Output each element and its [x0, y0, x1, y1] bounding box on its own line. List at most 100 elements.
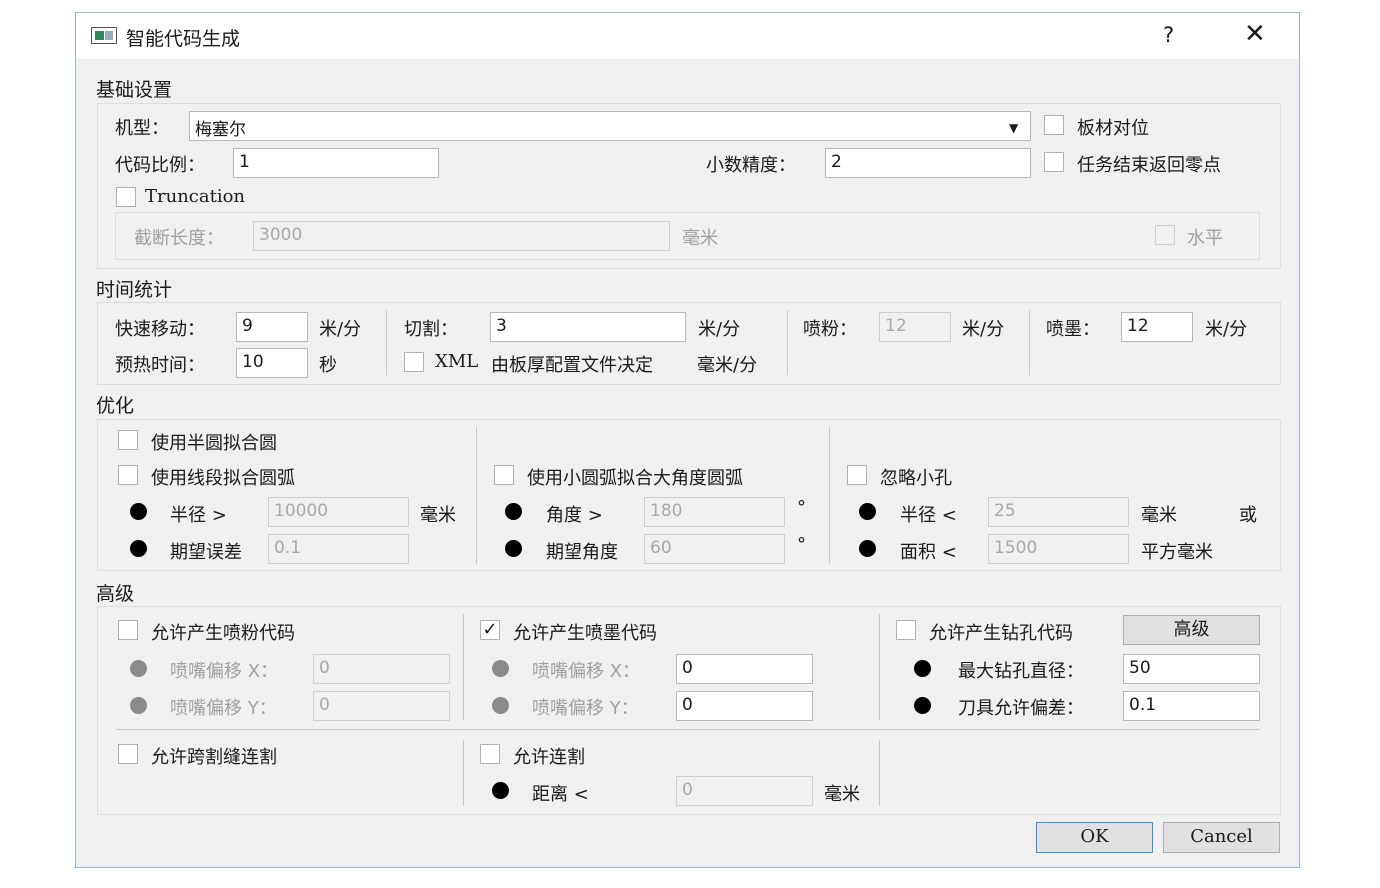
drill-code-label: 允许产生钻孔代码 — [929, 623, 1073, 644]
bullet-icon — [130, 503, 147, 520]
radius-gt-unit: 毫米 — [420, 505, 456, 526]
preheat-unit: 秒 — [319, 355, 337, 376]
ignore-holes-checkbox[interactable] — [847, 465, 867, 485]
title-bar[interactable] — [76, 13, 1299, 59]
segment-arc-checkbox[interactable] — [118, 465, 138, 485]
bullet-icon — [914, 660, 931, 677]
precision-input[interactable]: 2 — [825, 148, 1031, 178]
area-lt-input[interactable]: 1500 — [988, 534, 1129, 564]
divider — [386, 310, 387, 375]
xml-label: XML — [435, 351, 479, 372]
divider — [463, 614, 464, 720]
radius-gt-input[interactable]: 10000 — [268, 497, 409, 527]
bullet-icon — [505, 503, 522, 520]
chain-cut-checkbox[interactable] — [480, 744, 500, 764]
cancel-button[interactable]: Cancel — [1163, 822, 1280, 853]
horizontal-checkbox[interactable] — [1155, 225, 1175, 245]
scale-input[interactable]: 1 — [233, 148, 439, 178]
bullet-icon — [505, 540, 522, 557]
sheet-align-checkbox[interactable] — [1044, 115, 1064, 135]
rapid-move-input[interactable]: 9 — [236, 312, 308, 342]
return-zero-label: 任务结束返回零点 — [1077, 155, 1221, 176]
drill-code-checkbox[interactable] — [896, 620, 916, 640]
expected-error-label: 期望误差 — [170, 542, 242, 563]
advanced-settings-button[interactable]: 高级 — [1123, 615, 1260, 645]
section-title-optimize: 优化 — [96, 395, 135, 417]
ink-speed-input[interactable]: 12 — [1121, 312, 1193, 342]
cut-speed-unit: 米/分 — [698, 319, 741, 340]
cut-length-unit: 毫米 — [682, 228, 718, 249]
bullet-icon — [492, 660, 509, 677]
ink-speed-unit: 米/分 — [1205, 319, 1248, 340]
window-title: 智能代码生成 — [126, 28, 241, 50]
ignore-holes-label: 忽略小孔 — [880, 468, 952, 489]
powder-code-label: 允许产生喷粉代码 — [151, 623, 295, 644]
xml-text: 由板厚配置文件决定 — [491, 355, 653, 376]
divider — [879, 740, 880, 806]
distance-input[interactable]: 0 — [676, 776, 813, 806]
cut-speed-input[interactable]: 3 — [490, 312, 686, 342]
bullet-icon — [859, 503, 876, 520]
truncation-checkbox[interactable] — [116, 187, 136, 207]
area-lt-label: 面积 < — [900, 542, 957, 563]
powder-speed-input[interactable]: 12 — [879, 312, 951, 342]
cut-speed-label: 切割： — [404, 319, 458, 340]
bullet-icon — [492, 782, 509, 799]
expected-error-input[interactable]: 0.1 — [268, 534, 409, 564]
ink-code-checkbox[interactable]: ✓ — [480, 620, 500, 640]
powder-offset-y-label: 喷嘴偏移 Y： — [170, 698, 277, 719]
divider — [829, 427, 830, 564]
divider — [787, 310, 788, 375]
cross-seam-checkbox[interactable] — [118, 744, 138, 764]
divider — [116, 729, 1260, 730]
close-icon[interactable]: ✕ — [1244, 19, 1266, 49]
powder-offset-y-input[interactable]: 0 — [313, 691, 450, 721]
bullet-icon — [130, 697, 147, 714]
divider — [463, 740, 464, 806]
rapid-move-unit: 米/分 — [319, 319, 362, 340]
expected-angle-input[interactable]: 60 — [644, 534, 785, 564]
semicircle-label: 使用半圆拟合圆 — [151, 433, 277, 454]
divider — [1029, 310, 1030, 375]
cut-length-input[interactable]: 3000 — [253, 221, 670, 251]
bullet-icon — [859, 540, 876, 557]
powder-code-checkbox[interactable] — [118, 620, 138, 640]
rapid-move-label: 快速移动： — [115, 319, 205, 340]
ink-code-label: 允许产生喷墨代码 — [513, 623, 657, 644]
xml-checkbox[interactable] — [404, 352, 424, 372]
tool-tolerance-label: 刀具允许偏差： — [958, 698, 1084, 719]
powder-speed-label: 喷粉： — [803, 319, 857, 340]
small-arc-checkbox[interactable] — [494, 465, 514, 485]
bullet-icon — [914, 697, 931, 714]
ink-offset-x-input[interactable]: 0 — [676, 654, 813, 684]
powder-offset-x-input[interactable]: 0 — [313, 654, 450, 684]
machine-combo[interactable]: 梅塞尔 — [189, 111, 1031, 141]
ok-button[interactable]: OK — [1036, 822, 1153, 853]
return-zero-checkbox[interactable] — [1044, 152, 1064, 172]
max-drill-input[interactable]: 50 — [1123, 654, 1260, 684]
distance-label: 距离 < — [532, 784, 589, 805]
section-title-advanced: 高级 — [96, 583, 135, 605]
divider — [476, 427, 477, 564]
app-window-icon — [91, 27, 117, 44]
radius-lt-label: 半径 < — [900, 505, 957, 526]
tool-tolerance-input[interactable]: 0.1 — [1123, 691, 1260, 721]
area-lt-unit: 平方毫米 — [1141, 542, 1213, 563]
radius-gt-label: 半径 > — [170, 505, 227, 526]
chevron-down-icon[interactable]: ▼ — [1009, 121, 1018, 135]
semicircle-checkbox[interactable] — [118, 430, 138, 450]
powder-speed-unit: 米/分 — [962, 319, 1005, 340]
preheat-label: 预热时间： — [115, 355, 205, 376]
powder-offset-x-label: 喷嘴偏移 X： — [170, 661, 279, 682]
ink-offset-y-input[interactable]: 0 — [676, 691, 813, 721]
help-button[interactable]: ? — [1163, 23, 1174, 47]
radius-lt-input[interactable]: 25 — [988, 497, 1129, 527]
ink-offset-y-label: 喷嘴偏移 Y： — [532, 698, 639, 719]
bullet-icon — [492, 697, 509, 714]
angle-gt-input[interactable]: 180 — [644, 497, 785, 527]
expected-angle-unit: ° — [797, 534, 806, 555]
or-label: 或 — [1239, 505, 1257, 526]
sheet-align-label: 板材对位 — [1077, 118, 1149, 139]
section-title-basic: 基础设置 — [96, 79, 173, 101]
preheat-input[interactable]: 10 — [236, 348, 308, 378]
